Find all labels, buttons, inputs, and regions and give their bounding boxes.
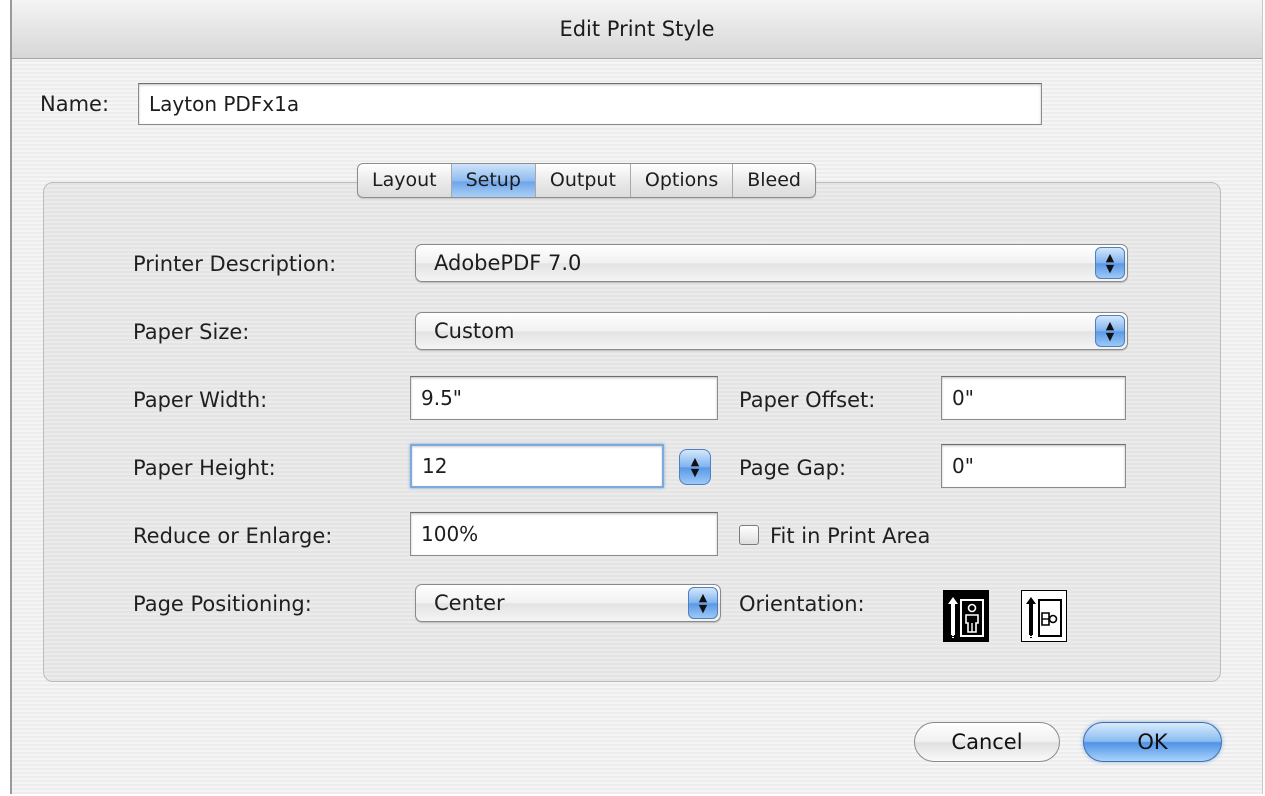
popup-arrows-icon: ▲ ▼	[1095, 315, 1125, 347]
orientation-portrait-button[interactable]	[943, 590, 989, 642]
paper-height-label: Paper Height:	[133, 456, 276, 480]
name-field[interactable]	[138, 83, 1042, 125]
landscape-orientation-icon	[1026, 597, 1062, 639]
paper-height-stepper[interactable]: ▲ ▼	[679, 449, 711, 485]
tab-output[interactable]: Output	[536, 164, 631, 197]
paper-offset-label: Paper Offset:	[739, 388, 876, 412]
printer-description-popup[interactable]: AdobePDF 7.0 ▲ ▼	[415, 244, 1128, 282]
ok-button[interactable]: OK	[1083, 722, 1222, 762]
paper-offset-field[interactable]	[941, 376, 1126, 420]
printer-description-label: Printer Description:	[133, 252, 337, 276]
window-title: Edit Print Style	[12, 0, 1262, 59]
paper-width-label: Paper Width:	[133, 388, 268, 412]
paper-height-field[interactable]	[410, 444, 664, 488]
fit-in-print-area-checkbox[interactable]	[739, 525, 759, 545]
page-positioning-value: Center	[434, 591, 505, 615]
orientation-label: Orientation:	[739, 592, 865, 616]
tab-bleed[interactable]: Bleed	[733, 164, 815, 197]
paper-size-popup[interactable]: Custom ▲ ▼	[415, 312, 1128, 350]
page-positioning-label: Page Positioning:	[133, 592, 312, 616]
fit-in-print-area-label: Fit in Print Area	[770, 524, 931, 548]
cancel-button[interactable]: Cancel	[914, 722, 1060, 762]
orientation-landscape-button[interactable]	[1021, 590, 1067, 642]
paper-size-label: Paper Size:	[133, 320, 250, 344]
page-gap-field[interactable]	[941, 444, 1126, 488]
reduce-enlarge-field[interactable]	[410, 512, 718, 556]
tab-layout[interactable]: Layout	[358, 164, 452, 197]
page-positioning-popup[interactable]: Center ▲ ▼	[415, 584, 721, 622]
popup-arrows-icon: ▲ ▼	[1095, 247, 1125, 279]
portrait-orientation-icon	[948, 597, 984, 639]
reduce-enlarge-label: Reduce or Enlarge:	[133, 524, 333, 548]
tab-bar: Layout Setup Output Options Bleed	[357, 163, 816, 198]
page-gap-label: Page Gap:	[739, 456, 847, 480]
tab-options[interactable]: Options	[631, 164, 734, 197]
paper-size-value: Custom	[434, 319, 515, 343]
edit-print-style-window: Edit Print Style Name: Layout Setup Outp…	[10, 0, 1263, 794]
popup-arrows-icon: ▲ ▼	[688, 587, 718, 619]
name-label: Name:	[40, 92, 110, 116]
paper-width-field[interactable]	[410, 376, 718, 420]
tab-setup[interactable]: Setup	[451, 164, 536, 197]
printer-description-value: AdobePDF 7.0	[434, 251, 582, 275]
